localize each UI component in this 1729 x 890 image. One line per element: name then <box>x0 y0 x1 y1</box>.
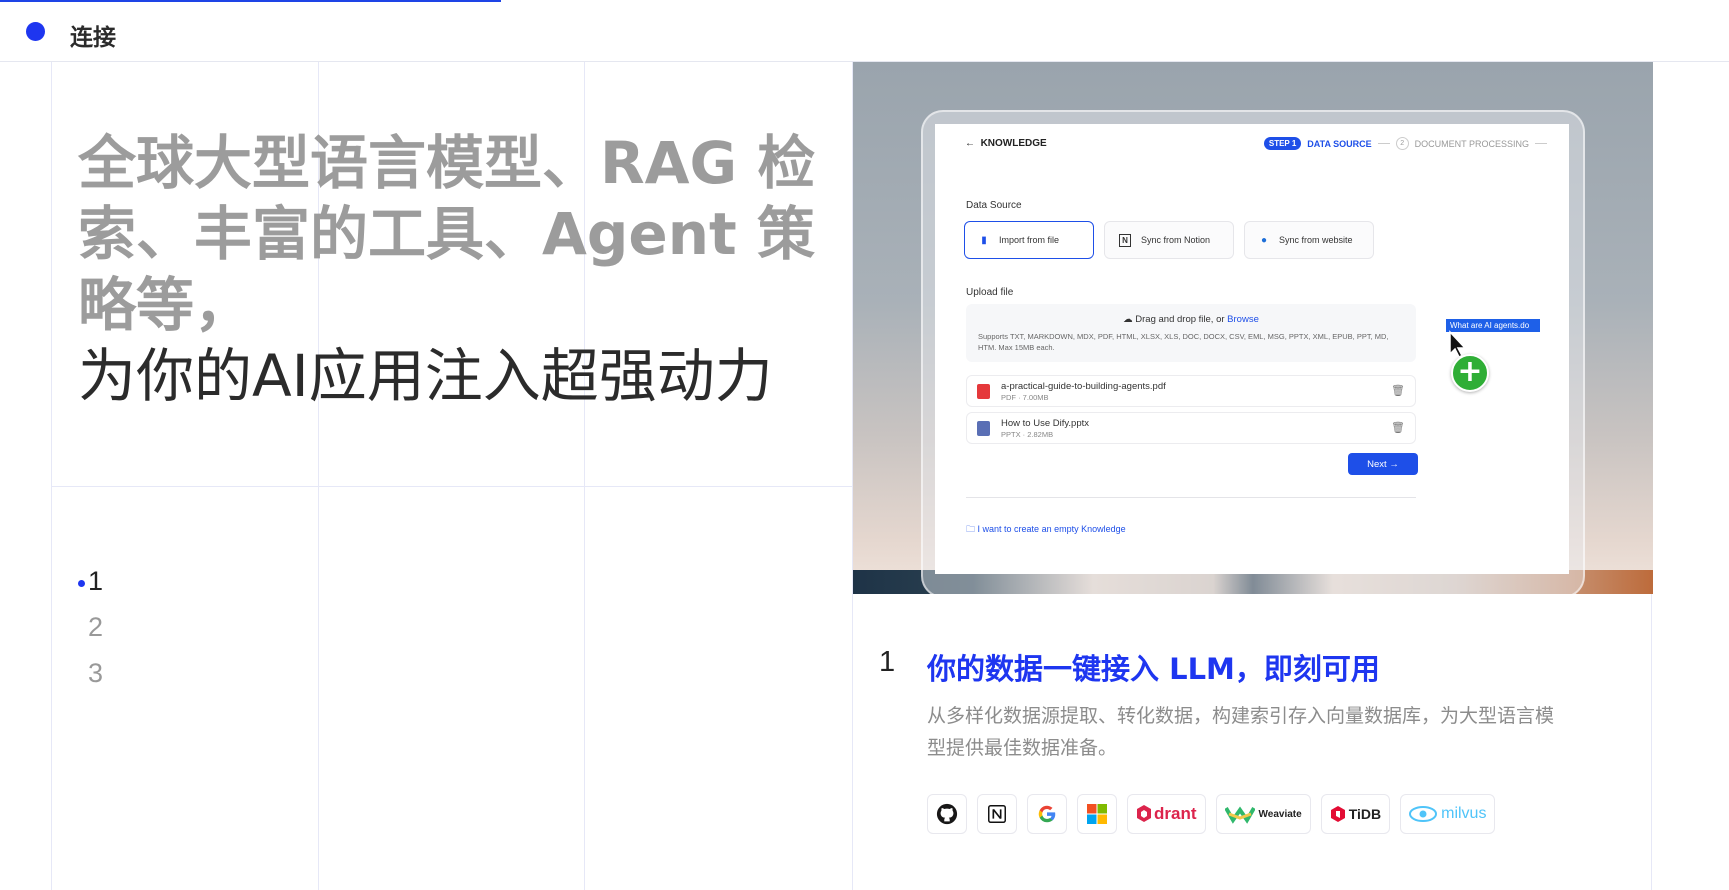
grid-line <box>51 62 52 890</box>
import-from-file-option[interactable]: ▮ Import from file <box>964 221 1094 259</box>
step1-badge: STEP 1 <box>1263 137 1302 150</box>
section-header: 连接 <box>0 0 1729 62</box>
knowledge-steps: STEP 1 DATA SOURCE 2 DOCUMENT PROCESSING <box>1263 137 1547 150</box>
file-name: How to Use Dify.pptx <box>1001 418 1089 429</box>
knowledge-title: KNOWLEDGE <box>980 138 1047 149</box>
next-button[interactable]: Next → <box>1348 453 1418 475</box>
plus-icon: + <box>1451 354 1489 392</box>
file-meta: PPTX · 2.82MB <box>1001 430 1054 439</box>
pptx-file-icon <box>977 421 990 436</box>
option-label: Sync from Notion <box>1141 235 1211 245</box>
stepper-item-3[interactable]: 3 <box>78 658 103 704</box>
milvus-icon: milvus <box>1400 794 1496 834</box>
file-meta: PDF · 7.00MB <box>1001 393 1049 402</box>
weaviate-label: Weaviate <box>1258 808 1302 820</box>
step2-label: DOCUMENT PROCESSING <box>1414 138 1529 149</box>
weaviate-icon: Weaviate <box>1215 794 1311 834</box>
knowledge-back[interactable]: ← KNOWLEDGE <box>965 138 1047 149</box>
integration-logos: drant Weaviate TiDB milvus <box>927 794 1496 834</box>
qdrant-label: drant <box>1154 804 1197 823</box>
empty-knowledge-label: I want to create an empty Knowledge <box>977 524 1126 534</box>
sync-from-notion-option[interactable]: N Sync from Notion <box>1104 221 1234 259</box>
knowledge-screen: ← KNOWLEDGE STEP 1 DATA SOURCE 2 DOCUMEN… <box>935 124 1569 574</box>
google-icon <box>1027 794 1067 834</box>
option-label: Sync from website <box>1279 235 1353 245</box>
back-arrow-icon: ← <box>965 138 975 149</box>
file-name: a-practical-guide-to-building-agents.pdf <box>1001 381 1166 392</box>
section-title: 连接 <box>70 25 116 51</box>
milvus-label: milvus <box>1441 805 1487 822</box>
stepper-item-1[interactable]: 1 <box>78 566 103 612</box>
option-label: Import from file <box>999 235 1060 245</box>
create-empty-knowledge-link[interactable]: 🗀 I want to create an empty Knowledge <box>966 522 1126 538</box>
step1-label: DATA SOURCE <box>1307 138 1372 149</box>
tidb-label: TiDB <box>1348 806 1382 822</box>
section-dot-icon <box>26 22 45 41</box>
feature-title: 你的数据一键接入 LLM，即刻可用 <box>927 652 1380 686</box>
headline-muted: 全球大型语言模型、RAG 检索、丰富的工具、Agent 策略等， <box>78 129 816 339</box>
qdrant-icon: drant <box>1127 794 1206 834</box>
file-icon: ▮ <box>981 234 987 246</box>
upload-file-label: Upload file <box>966 287 1014 298</box>
grid-line <box>51 486 852 487</box>
tidb-icon: TiDB <box>1320 794 1391 834</box>
step-connector <box>1535 143 1547 144</box>
trash-icon[interactable]: 🗑 <box>1391 384 1405 397</box>
dropzone-text: ☁ Drag and drop file, or Browse <box>966 314 1416 325</box>
feature-stepper: 1 2 3 <box>78 566 103 704</box>
headline-emphasis: 为你的AI应用注入超强动力 <box>78 342 773 410</box>
globe-icon: ● <box>1260 234 1268 246</box>
supported-formats: Supports TXT, MARKDOWN, MDX, PDF, HTML, … <box>978 332 1389 352</box>
file-row: a-practical-guide-to-building-agents.pdf… <box>966 375 1416 407</box>
cloud-upload-icon: ☁ <box>1123 314 1133 325</box>
sync-from-website-option[interactable]: ● Sync from website <box>1244 221 1374 259</box>
step2-number: 2 <box>1395 137 1409 150</box>
github-icon <box>927 794 967 834</box>
notion-icon: N <box>1119 233 1131 247</box>
feature-description: 从多样化数据源提取、转化数据，构建索引存入向量数据库，为大型语言模型提供最佳数据… <box>927 705 1555 759</box>
dropzone-label: Drag and drop file, or <box>1135 314 1228 325</box>
stepper-item-2[interactable]: 2 <box>78 612 103 658</box>
notion-icon <box>977 794 1017 834</box>
headline: 全球大型语言模型、RAG 检索、丰富的工具、Agent 策略等， 为你的AI应用… <box>78 128 818 412</box>
product-screenshot: ← KNOWLEDGE STEP 1 DATA SOURCE 2 DOCUMEN… <box>853 62 1653 594</box>
microsoft-icon <box>1077 794 1117 834</box>
trash-icon[interactable]: 🗑 <box>1391 421 1405 434</box>
browse-link[interactable]: Browse <box>1227 314 1259 325</box>
divider <box>966 497 1416 498</box>
data-source-label: Data Source <box>966 200 1022 211</box>
file-row: How to Use Dify.pptx PPTX · 2.82MB 🗑 <box>966 412 1416 444</box>
feature-card: ← KNOWLEDGE STEP 1 DATA SOURCE 2 DOCUMEN… <box>852 62 1653 890</box>
pdf-file-icon <box>977 384 990 399</box>
feature-number: 1 <box>879 646 896 678</box>
step-connector <box>1377 143 1390 144</box>
folder-icon: 🗀 <box>966 524 976 534</box>
file-dropzone[interactable]: ☁ Drag and drop file, or Browse Supports… <box>966 304 1416 362</box>
